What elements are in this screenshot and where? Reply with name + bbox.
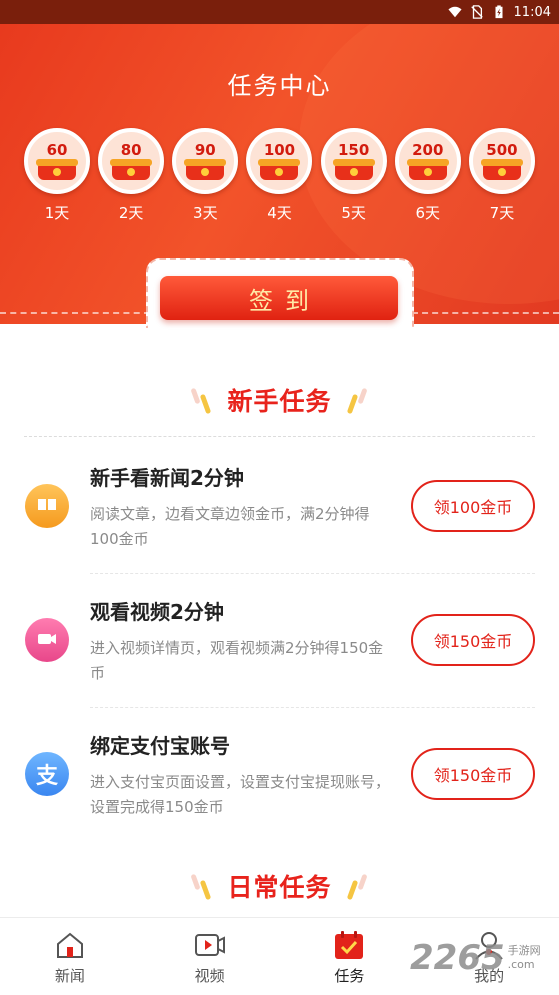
day-label: 3天 — [193, 204, 218, 222]
task-item-watch-video: 观看视频2分钟 进入视频详情页，观看视频满2分钟得150金币 领150金币 — [0, 574, 559, 708]
red-envelope-icon — [110, 159, 153, 180]
daily-section-title: 日常任务 — [0, 868, 559, 904]
coin-amount: 60 — [46, 141, 68, 159]
watermark-line2: .com — [507, 958, 535, 971]
section-title-text: 日常任务 — [227, 873, 332, 902]
checkin-day-5: 150 5天 — [320, 128, 387, 223]
day-label: 4天 — [267, 204, 292, 222]
battery-charging-icon — [495, 5, 503, 19]
checkin-day-1: 60 1天 — [24, 128, 90, 223]
status-bar: 11:04 — [0, 0, 559, 24]
section-divider — [24, 436, 535, 437]
coin-badge: 100 — [246, 128, 313, 194]
nav-label: 视频 — [194, 967, 225, 985]
nav-item-tasks[interactable]: 任务 — [280, 918, 420, 995]
red-envelope-icon — [332, 159, 375, 180]
day-label: 2天 — [118, 204, 144, 222]
calendar-check-icon — [335, 931, 364, 959]
home-icon — [56, 932, 83, 958]
task-title: 新手看新闻2分钟 — [90, 466, 244, 490]
video-camera-icon — [25, 618, 69, 662]
header-edge-decoration — [412, 312, 559, 324]
book-glyph — [38, 499, 56, 510]
book-icon — [25, 484, 69, 528]
day-label: 5天 — [341, 204, 366, 222]
task-title: 观看视频2分钟 — [90, 600, 224, 624]
red-envelope-icon — [184, 159, 227, 180]
task-content: 新手任务 新手看新闻2分钟 阅读文章，边看文章边领金币，满2分钟得100金币 领… — [0, 324, 559, 918]
title-decoration-icon — [346, 386, 368, 415]
day-label: 7天 — [489, 204, 515, 222]
coin-amount: 500 — [486, 141, 518, 159]
title-decoration-icon — [190, 386, 213, 415]
alipay-icon: 支 — [25, 752, 69, 796]
checkin-day-6: 200 6天 — [394, 128, 461, 223]
watermark-line1: 手游网 — [507, 944, 541, 957]
red-envelope-icon — [36, 159, 78, 180]
section-title-text: 新手任务 — [227, 387, 332, 416]
red-envelope-icon — [258, 159, 301, 180]
coin-badge: 500 — [468, 128, 535, 194]
red-envelope-icon — [406, 159, 449, 180]
nav-item-video[interactable]: 视频 — [140, 918, 280, 995]
nav-item-news[interactable]: 新闻 — [0, 918, 140, 995]
claim-150-coins-button[interactable]: 领150金币 — [411, 748, 535, 800]
nav-label: 任务 — [334, 967, 365, 985]
day-label: 6天 — [415, 204, 441, 222]
site-watermark: 2265 手游网 .com — [410, 928, 559, 988]
task-description: 进入支付宝页面设置，设置支付宝提现账号，设置完成得150金币 — [90, 773, 391, 816]
status-time: 11:04 — [513, 4, 551, 20]
task-description: 进入视频详情页，观看视频满2分钟得150金币 — [90, 639, 384, 682]
header-edge-decoration — [0, 312, 150, 324]
checkin-day-3: 90 3天 — [172, 128, 239, 223]
video-icon — [194, 934, 225, 956]
coin-badge: 80 — [98, 128, 165, 194]
claim-100-coins-button[interactable]: 领100金币 — [411, 480, 535, 532]
watermark-number: 2265 — [410, 938, 505, 978]
page-title: 任务中心 — [227, 72, 332, 100]
title-decoration-icon — [190, 872, 213, 901]
coin-badge: 200 — [394, 128, 461, 194]
day-label: 1天 — [44, 204, 70, 222]
red-envelope-icon — [480, 159, 523, 180]
camera-glyph — [38, 634, 56, 644]
coin-amount: 90 — [194, 141, 216, 159]
sign-in-button[interactable]: 签到 — [160, 276, 398, 320]
task-title: 绑定支付宝账号 — [90, 734, 230, 758]
coin-amount: 80 — [120, 141, 142, 159]
no-sim-icon — [470, 5, 483, 19]
title-decoration-icon — [346, 872, 368, 901]
task-item-read-news: 新手看新闻2分钟 阅读文章，边看文章边领金币，满2分钟得100金币 领100金币 — [0, 440, 559, 574]
newbie-section-title: 新手任务 — [0, 382, 559, 418]
checkin-day-7: 500 7天 — [468, 128, 535, 223]
checkin-day-2: 80 2天 — [98, 128, 165, 223]
coin-amount: 150 — [337, 141, 370, 159]
coin-amount: 100 — [263, 141, 296, 159]
nav-label: 新闻 — [54, 967, 85, 985]
task-description: 阅读文章，边看文章边领金币，满2分钟得100金币 — [90, 505, 370, 548]
wifi-icon — [447, 6, 462, 18]
coin-badge: 90 — [172, 128, 239, 194]
checkin-day-4: 100 4天 — [246, 128, 313, 223]
coin-badge: 150 — [320, 128, 387, 194]
claim-150-coins-button[interactable]: 领150金币 — [411, 614, 535, 666]
checkin-reward-list: 60 1天 80 2天 90 3天 100 4天 150 5天 200 6天 5… — [24, 128, 535, 223]
task-item-bind-alipay: 支 绑定支付宝账号 进入支付宝页面设置，设置支付宝提现账号，设置完成得150金币… — [0, 708, 559, 842]
coin-badge: 60 — [24, 128, 90, 194]
coin-amount: 200 — [412, 141, 444, 159]
watermark-text: 手游网 .com — [508, 944, 541, 972]
